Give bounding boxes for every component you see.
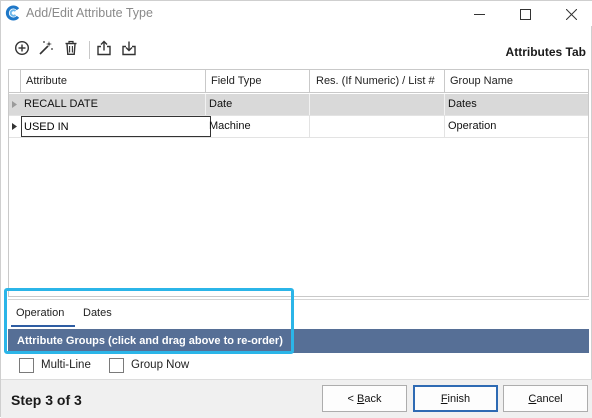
app-logo-icon: [5, 5, 21, 21]
add-button[interactable]: [13, 40, 31, 61]
finish-button[interactable]: Finish: [413, 385, 498, 412]
cancel-button[interactable]: Cancel: [503, 385, 588, 412]
maximize-icon: [519, 8, 531, 20]
minimize-button[interactable]: [457, 3, 501, 25]
column-header-group-name[interactable]: Group Name: [445, 70, 588, 92]
back-button-prefix: <: [347, 392, 357, 405]
minimize-icon: [473, 9, 485, 20]
attribute-grid[interactable]: Attribute Field Type Res. (If Numeric) /…: [8, 69, 589, 297]
highlight-frame: [4, 288, 294, 354]
finish-button-accel: F: [440, 392, 448, 405]
export-button[interactable]: [95, 40, 113, 61]
back-button[interactable]: < Back: [322, 385, 407, 412]
cancel-button-accel: C: [528, 392, 537, 405]
cell-res[interactable]: [310, 94, 445, 115]
wizard-footer: Step 3 of 3 < Back Finish Cancel: [1, 379, 592, 418]
attribute-edit-input[interactable]: USED IN: [21, 116, 211, 137]
add-edit-attribute-type-window: Add/Edit Attribute Type Attributes Tab A…: [0, 0, 592, 418]
grid-header: Attribute Field Type Res. (If Numeric) /…: [9, 70, 588, 93]
close-icon: [565, 8, 577, 20]
toolbar: Attributes Tab: [1, 37, 592, 65]
cell-group-name[interactable]: Dates: [445, 94, 588, 115]
table-row[interactable]: USED IN Machine Operation: [9, 116, 588, 138]
back-button-accel: B: [357, 392, 365, 405]
cell-field-type[interactable]: Date: [206, 94, 310, 115]
close-button[interactable]: [549, 3, 592, 25]
multi-line-label: Multi-Line: [41, 359, 91, 371]
column-header-res[interactable]: Res. (If Numeric) / List #: [310, 70, 445, 92]
row-pointer-icon: [9, 116, 20, 137]
multi-line-checkbox-box[interactable]: [19, 357, 34, 373]
step-indicator: Step 3 of 3: [11, 392, 82, 408]
add-icon: [14, 40, 30, 61]
magic-wand-icon: [38, 40, 54, 61]
attributes-tab-title: Attributes Tab: [505, 45, 586, 59]
import-button[interactable]: [120, 41, 138, 59]
group-now-checkbox[interactable]: Group Now: [109, 357, 189, 373]
magic-wand-button[interactable]: [37, 40, 55, 61]
group-now-label: Group Now: [131, 359, 190, 371]
cell-res[interactable]: [310, 116, 445, 137]
toolbar-separator: [89, 41, 90, 59]
column-header-field-type[interactable]: Field Type: [206, 70, 310, 92]
title-bar: Add/Edit Attribute Type: [1, 1, 592, 26]
column-header-attribute[interactable]: Attribute: [21, 70, 206, 92]
delete-icon: [63, 40, 79, 61]
maximize-button[interactable]: [503, 3, 547, 25]
delete-button[interactable]: [62, 40, 80, 61]
window-title: Add/Edit Attribute Type: [26, 6, 153, 20]
group-now-checkbox-box[interactable]: [109, 357, 124, 373]
row-indicator-header: [9, 70, 21, 92]
row-pointer-icon: [9, 94, 20, 115]
table-row[interactable]: RECALL DATE Date Dates: [9, 94, 588, 116]
back-button-rest: ack: [364, 392, 382, 405]
cell-group-name[interactable]: Operation: [445, 116, 588, 137]
cancel-button-rest: ancel: [536, 392, 563, 405]
multi-line-checkbox[interactable]: Multi-Line: [19, 357, 91, 373]
cell-field-type[interactable]: Machine: [206, 116, 310, 137]
import-icon: [121, 40, 137, 61]
export-icon: [96, 40, 112, 61]
cell-attribute[interactable]: RECALL DATE: [21, 94, 206, 115]
finish-button-rest: inish: [447, 392, 471, 405]
